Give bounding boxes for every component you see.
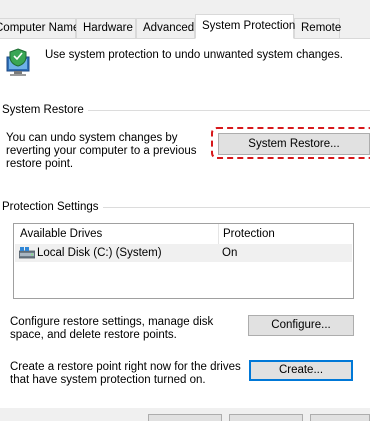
tab-strip: Computer Name Hardware Advanced System P… <box>0 14 370 39</box>
protection-settings-group-label: Protection Settings <box>2 201 103 213</box>
tab-computer-name[interactable]: Computer Name <box>0 18 79 38</box>
tab-system-protection[interactable]: System Protection <box>195 14 295 39</box>
drive-row[interactable]: Local Disk (C:) (System) On <box>15 244 352 262</box>
configure-description: Configure restore settings, manage disk … <box>10 316 214 341</box>
column-header-protection[interactable]: Protection <box>219 224 349 244</box>
drives-list[interactable]: Available Drives Protection Local Disk (… <box>13 223 354 299</box>
drive-name: Local Disk (C:) (System) <box>37 247 162 259</box>
system-protection-icon <box>6 48 30 76</box>
system-restore-button[interactable]: System Restore... <box>218 133 370 155</box>
tab-remote[interactable]: Remote <box>294 18 341 38</box>
ok-button[interactable] <box>148 414 222 421</box>
tab-hardware[interactable]: Hardware <box>76 18 136 38</box>
column-header-drives[interactable]: Available Drives <box>16 224 216 244</box>
cancel-button[interactable] <box>229 414 303 421</box>
local-disk-icon <box>19 247 35 259</box>
drive-protection-status: On <box>222 247 238 259</box>
intro-text: Use system protection to undo unwanted s… <box>45 49 343 61</box>
group-divider <box>93 207 370 208</box>
list-header: Available Drives Protection <box>14 224 353 244</box>
apply-button[interactable] <box>310 414 370 421</box>
group-divider <box>78 110 370 111</box>
system-properties-dialog: Computer Name Hardware Advanced System P… <box>0 0 370 421</box>
system-restore-group-label: System Restore <box>2 104 88 116</box>
system-restore-description: You can undo system changes by reverting… <box>6 132 197 170</box>
tab-advanced[interactable]: Advanced <box>136 18 195 38</box>
create-button[interactable]: Create... <box>249 360 353 381</box>
configure-button[interactable]: Configure... <box>248 315 354 336</box>
create-description: Create a restore point right now for the… <box>10 361 241 386</box>
